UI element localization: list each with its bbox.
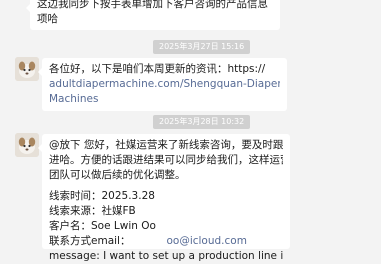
message-text-line: 团队可以做后续的优化调整。 [49,169,186,181]
lead-source-field: 线索来源：社媒FB [49,205,136,217]
chat-scrollbar[interactable] [374,0,378,244]
sender-avatar[interactable] [15,133,39,157]
message-text-line: 这边我同步下按手表单增加下客户咨询的产品信息 [37,0,268,10]
contact-email-link[interactable]: oo@icloud.com [166,235,246,247]
contact-email-label: 联系方式email： [49,235,131,247]
timestamp-divider: 2025年3月27日 15:16 [153,40,251,54]
chat-history[interactable]: 这边我同步下按手表单增加下客户咨询的产品信息 项哈 2025年3月27日 15:… [0,0,381,262]
message-link[interactable]: adultdiapermachine.com/Shengquan-Diaper- [49,77,280,92]
timestamp-divider: 2025年3月28日 10:32 [153,115,251,129]
message-bubble-product-info[interactable]: 这边我同步下按手表单增加下客户咨询的产品信息 项哈 [26,0,280,30]
message-text-line: 进哈。方便的话跟进结果可以同步给我们，这样运营 [49,154,283,166]
message-text-line: @放下 您好，社媒运营来了新线索咨询，要及时跟 [49,139,283,151]
sender-avatar[interactable] [15,57,39,81]
message-bubble-news-update[interactable]: 各位好，以下是咱们本周更新的资讯：https:// adultdiapermac… [38,58,287,111]
lead-time-field: 线索时间：2025.3.28 [49,190,155,202]
message-link[interactable]: Machines [49,92,280,107]
avatar-image-icon [15,57,39,81]
contact-email-field: 联系方式email： oo@icloud.com [49,234,283,249]
message-text-line: 项哈 [37,13,58,25]
message-text-line: 各位好，以下是咱们本周更新的资讯：https:// [49,63,266,75]
message-field: message: I want to set up a production l… [49,250,283,262]
avatar-image-icon [15,133,39,157]
customer-name-field: 客户名：Soe Lwin Oo [49,220,156,232]
message-bubble-lead-notice[interactable]: @放下 您好，社媒运营来了新线索咨询，要及时跟 进哈。方便的话跟进结果可以同步给… [38,134,290,262]
